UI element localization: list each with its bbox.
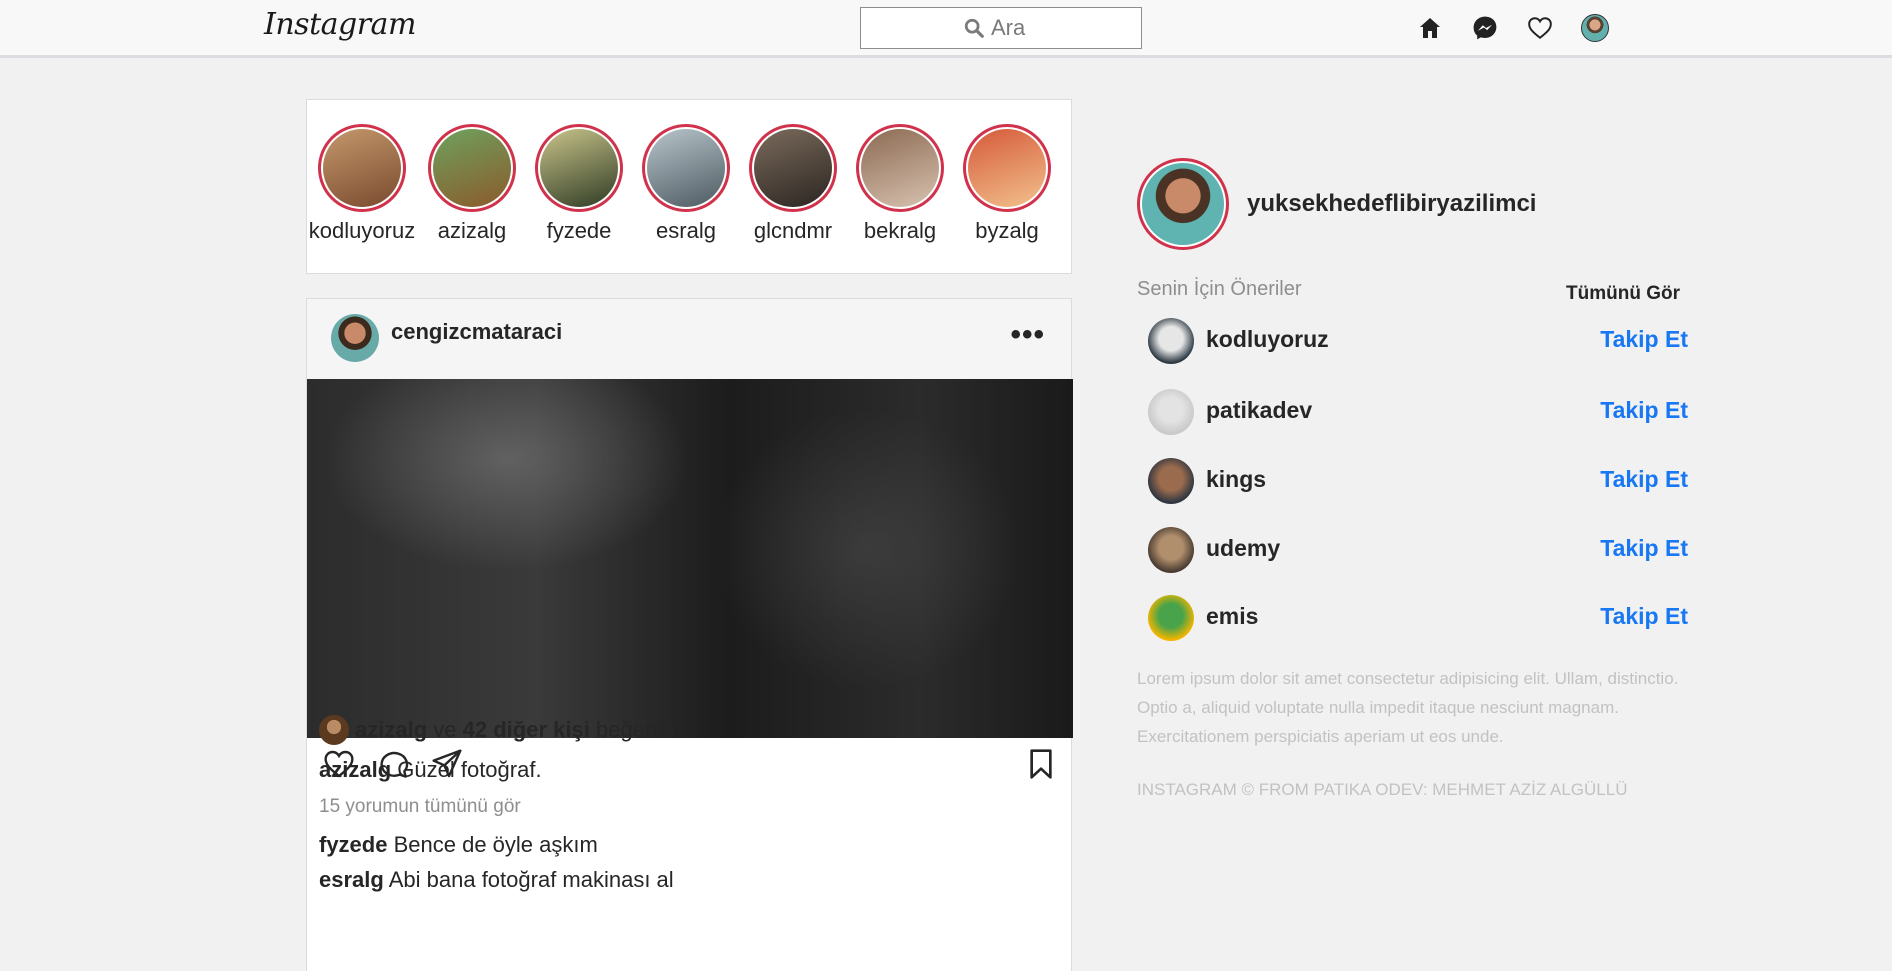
suggestion-item: kings Takip Et bbox=[1148, 456, 1688, 504]
search-box[interactable] bbox=[860, 7, 1142, 49]
comment: esralg Abi bana fotoğraf makinası al bbox=[319, 867, 674, 893]
feed-post: cengizcmataraci ••• azizalg ve 42 diğer … bbox=[306, 298, 1073, 971]
suggestion-avatar[interactable] bbox=[1148, 389, 1194, 435]
post-image[interactable] bbox=[307, 379, 1073, 738]
suggestion-item: emis Takip Et bbox=[1148, 593, 1688, 641]
post-author-avatar[interactable] bbox=[331, 314, 379, 362]
story-item[interactable]: esralg bbox=[631, 124, 741, 244]
suggestion-name[interactable]: udemy bbox=[1206, 535, 1280, 562]
story-label: byzalg bbox=[975, 218, 1039, 243]
story-thumbnail bbox=[968, 129, 1046, 207]
story-label: bekralg bbox=[863, 218, 937, 243]
story-item[interactable]: glcndmr bbox=[738, 124, 848, 244]
follow-button[interactable]: Takip Et bbox=[1600, 535, 1688, 562]
suggestion-avatar[interactable] bbox=[1148, 527, 1194, 573]
story-ring bbox=[749, 124, 837, 212]
footer-text: INSTAGRAM © FROM PATIKA ODEV: MEHMET AZİ… bbox=[1137, 780, 1628, 799]
likes-others[interactable]: 42 diğer kişi bbox=[463, 717, 590, 743]
profile-username[interactable]: yuksekhedeflibiryazilimci bbox=[1247, 190, 1536, 218]
story-ring bbox=[535, 124, 623, 212]
comment-text: Abi bana fotoğraf makinası al bbox=[388, 867, 674, 892]
current-user-profile: yuksekhedeflibiryazilimci bbox=[1137, 158, 1536, 250]
sidebar-description: Lorem ipsum dolor sit amet consectetur a… bbox=[1137, 669, 1679, 746]
liker-name[interactable]: azizalg bbox=[355, 717, 427, 743]
suggestion-name[interactable]: emis bbox=[1206, 603, 1258, 630]
suggestion-item: kodluyoruz Takip Et bbox=[1148, 316, 1688, 364]
bookmark-icon[interactable] bbox=[1025, 748, 1057, 780]
avatar bbox=[1142, 163, 1224, 245]
more-options-icon[interactable]: ••• bbox=[1010, 320, 1045, 350]
follow-button[interactable]: Takip Et bbox=[1600, 466, 1688, 493]
stories-bar: kodluyoruz azizalg fyzede esralg glcndmr bekr… bbox=[306, 99, 1072, 274]
instagram-logo[interactable]: Instagram bbox=[264, 7, 416, 42]
post-caption: azizalg Güzel fotoğraf. bbox=[319, 757, 542, 783]
story-item[interactable]: kodluyoruz bbox=[307, 124, 417, 244]
story-item[interactable]: byzalg bbox=[952, 124, 1062, 244]
likes-suffix: beğendi bbox=[595, 717, 675, 742]
story-item[interactable]: fyzede bbox=[524, 124, 634, 244]
post-author-name[interactable]: cengizcmataraci bbox=[391, 319, 562, 345]
likes-connector: ve bbox=[433, 717, 457, 742]
story-label: kodluyoruz bbox=[308, 218, 416, 243]
suggestion-name[interactable]: patikadev bbox=[1206, 397, 1312, 424]
suggestion-name[interactable]: kings bbox=[1206, 466, 1266, 493]
comment-user[interactable]: esralg bbox=[319, 867, 384, 892]
search-icon bbox=[964, 18, 984, 38]
heart-icon[interactable] bbox=[1526, 14, 1554, 42]
view-all-comments-link[interactable]: 15 yorumun tümünü gör bbox=[319, 796, 521, 818]
story-label: fyzede bbox=[546, 218, 612, 243]
story-item[interactable]: bekralg bbox=[845, 124, 955, 244]
suggestion-item: patikadev Takip Et bbox=[1148, 387, 1688, 435]
home-icon[interactable] bbox=[1416, 14, 1444, 42]
follow-button[interactable]: Takip Et bbox=[1600, 326, 1688, 353]
comment-text: Bence de öyle aşkım bbox=[393, 832, 598, 857]
story-label: glcndmr bbox=[753, 218, 833, 243]
story-label: esralg bbox=[656, 218, 716, 243]
suggestion-item: udemy Takip Et bbox=[1148, 525, 1688, 573]
messenger-icon[interactable] bbox=[1471, 14, 1499, 42]
follow-button[interactable]: Takip Et bbox=[1600, 603, 1688, 630]
story-thumbnail bbox=[323, 129, 401, 207]
suggestions-title: Senin İçin Öneriler bbox=[1137, 278, 1302, 300]
post-header: cengizcmataraci ••• bbox=[307, 299, 1071, 379]
suggestion-name[interactable]: kodluyoruz bbox=[1206, 326, 1329, 353]
liker-avatar[interactable] bbox=[319, 715, 349, 745]
caption-user[interactable]: azizalg bbox=[319, 757, 391, 782]
story-thumbnail bbox=[433, 129, 511, 207]
likes-summary: azizalg ve 42 diğer kişi beğendi bbox=[319, 715, 674, 745]
comment-user[interactable]: fyzede bbox=[319, 832, 387, 857]
comment: fyzede Bence de öyle aşkım bbox=[319, 832, 598, 858]
avatar bbox=[1581, 14, 1609, 42]
story-ring bbox=[428, 124, 516, 212]
story-thumbnail bbox=[861, 129, 939, 207]
caption-text: Güzel fotoğraf. bbox=[397, 757, 542, 782]
story-ring bbox=[318, 124, 406, 212]
profile-avatar-ring[interactable] bbox=[1137, 158, 1229, 250]
suggestion-avatar[interactable] bbox=[1148, 595, 1194, 641]
story-thumbnail bbox=[754, 129, 832, 207]
search-input[interactable] bbox=[991, 15, 1039, 41]
top-navbar: Instagram bbox=[0, 0, 1892, 58]
story-thumbnail bbox=[647, 129, 725, 207]
suggestion-avatar[interactable] bbox=[1148, 318, 1194, 364]
story-thumbnail bbox=[540, 129, 618, 207]
story-ring bbox=[963, 124, 1051, 212]
nav-icons bbox=[1416, 14, 1609, 42]
see-all-button[interactable]: Tümünü Gör bbox=[1566, 283, 1680, 305]
story-ring bbox=[642, 124, 730, 212]
suggestion-avatar[interactable] bbox=[1148, 458, 1194, 504]
story-ring bbox=[856, 124, 944, 212]
follow-button[interactable]: Takip Et bbox=[1600, 397, 1688, 424]
profile-avatar[interactable] bbox=[1581, 14, 1609, 42]
story-item[interactable]: azizalg bbox=[417, 124, 527, 244]
story-label: azizalg bbox=[437, 218, 507, 243]
